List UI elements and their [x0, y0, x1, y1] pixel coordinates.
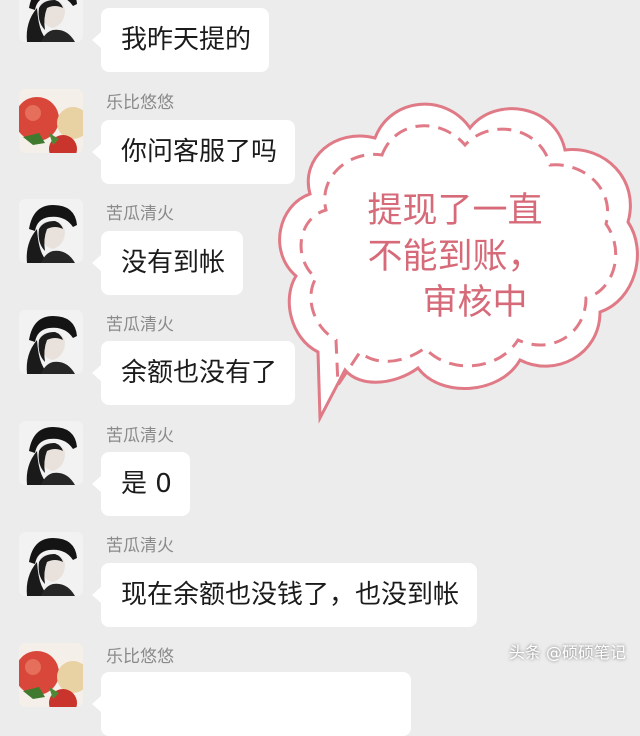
sender-name: 乐比悠悠 [106, 647, 174, 667]
tomato-avatar-icon [19, 89, 83, 153]
sender-name: 苦瓜清火 [106, 426, 174, 446]
avatar[interactable] [19, 643, 83, 707]
watermark: 头条 @硕硕笔记 [508, 643, 626, 662]
sender-name: 苦瓜清火 [106, 536, 174, 556]
dark-hood-avatar-icon [19, 199, 83, 263]
dark-hood-avatar-icon [19, 0, 83, 42]
callout-line: 审核中 [422, 283, 528, 323]
message-bubble[interactable]: 没有到帐 [91, 231, 244, 295]
callout-line: 不能到账， [367, 237, 543, 277]
tomato-avatar-icon [19, 643, 83, 707]
message-bubble[interactable] [92, 672, 411, 736]
avatar[interactable] [19, 199, 83, 263]
sender-name: 苦瓜清火 [106, 315, 174, 335]
avatar[interactable] [19, 89, 83, 153]
sender-name: 乐比悠悠 [106, 93, 174, 113]
dark-hood-avatar-icon [19, 421, 83, 485]
message-bubble[interactable]: 你问客服了吗 [91, 120, 296, 184]
avatar[interactable] [19, 0, 83, 42]
callout-line: 提现了一直 [367, 191, 543, 231]
dark-hood-avatar-icon [19, 532, 83, 596]
sender-name: 苦瓜清火 [106, 204, 174, 224]
avatar[interactable] [19, 310, 83, 374]
callout-text: 提现了一直 不能到账， 审核中 [330, 188, 580, 326]
avatar[interactable] [19, 532, 83, 596]
dark-hood-avatar-icon [19, 310, 83, 374]
message-bubble[interactable]: 我昨天提的 [91, 8, 270, 72]
message-bubble[interactable]: 余额也没有了 [91, 341, 296, 405]
avatar[interactable] [19, 421, 83, 485]
message-bubble[interactable]: 现在余额也没钱了，也没到帐 [91, 563, 478, 627]
message-bubble[interactable]: 是 0 [92, 452, 190, 516]
